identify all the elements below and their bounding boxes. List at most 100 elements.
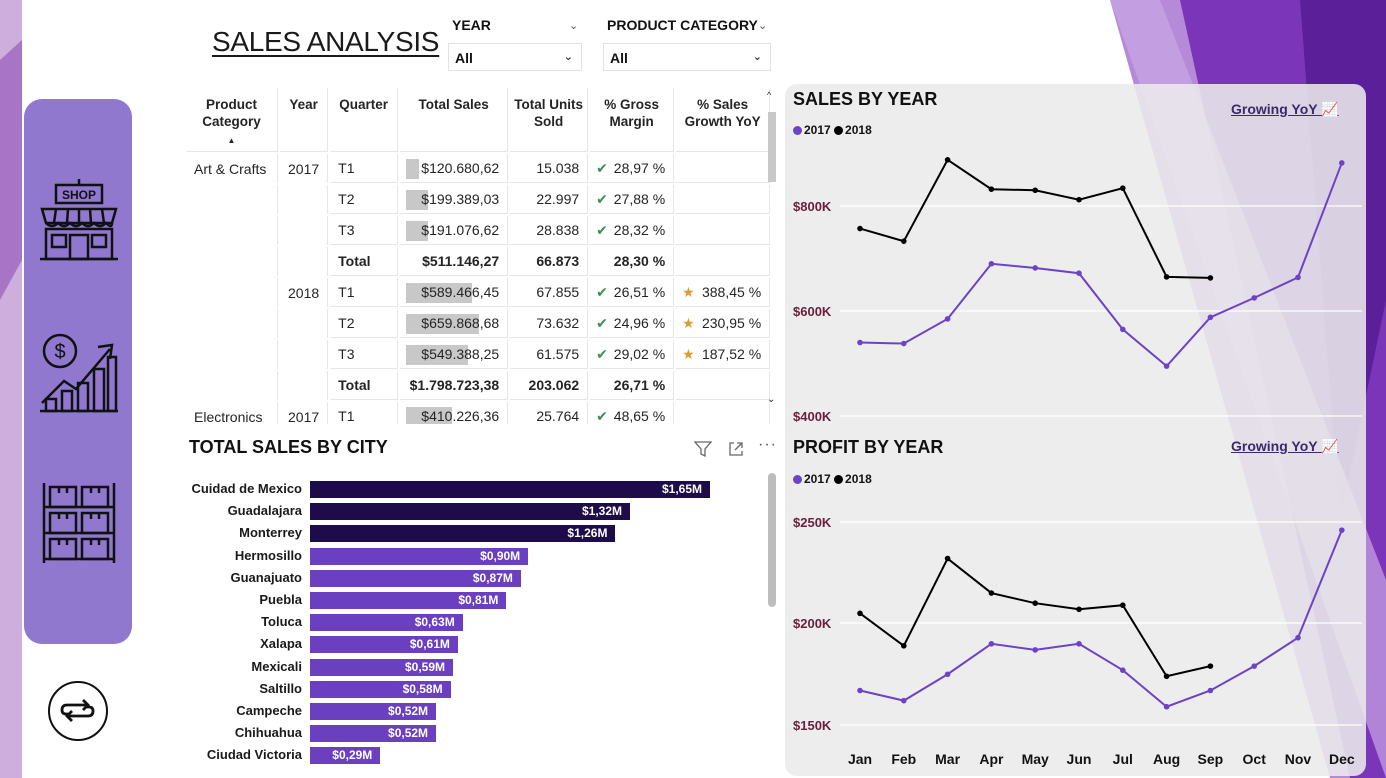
- year-dropdown-value: All: [455, 50, 473, 66]
- sales-legend: 2017 2018: [793, 123, 872, 137]
- sales-growth-cell: [676, 216, 771, 245]
- units-sold-cell: 67.855: [510, 278, 589, 307]
- year-slicer[interactable]: YEAR ⌄ All ⌄: [448, 17, 584, 73]
- x-tick-month: Apr: [979, 751, 1004, 767]
- city-bar[interactable]: $0,52M: [310, 703, 437, 720]
- category-cell: Art & Crafts: [186, 154, 278, 183]
- gross-margin-cell: ✔ 26,51 %: [590, 278, 675, 307]
- column-header[interactable]: Total Sales: [400, 88, 509, 152]
- category-cell: [186, 247, 278, 276]
- page-title: SALES ANALYSIS: [212, 26, 440, 57]
- matrix-total-row[interactable]: Total $1.798.723,38 203.062 26,71 %: [186, 371, 771, 400]
- product-category-dropdown[interactable]: All ⌄: [603, 43, 771, 71]
- column-header[interactable]: % Gross Margin: [590, 88, 675, 152]
- city-chart-scrollbar[interactable]: [768, 473, 776, 773]
- matrix-scrollbar[interactable]: ^ ⌄: [767, 90, 777, 408]
- column-header[interactable]: Total Units Sold: [510, 88, 589, 152]
- matrix-row[interactable]: 2018 T1 $589.466,45 67.855 ✔ 26,51 % ★ 388,45 %: [186, 278, 771, 307]
- city-bar[interactable]: $0,61M: [310, 636, 458, 654]
- matrix-total-row[interactable]: Total $511.146,27 66.873 28,30 %: [186, 247, 771, 276]
- quarter-cell-text: T3: [338, 346, 355, 362]
- y-tick: $150K: [793, 718, 832, 733]
- city-bar[interactable]: $0,81M: [310, 592, 507, 609]
- chevron-down-icon[interactable]: ⌄: [569, 19, 578, 32]
- city-bar-value: $0,29M: [332, 748, 373, 763]
- column-header[interactable]: Product Category ▲: [186, 88, 278, 152]
- growing-yoy-link[interactable]: Growing YoY 📈: [1231, 101, 1339, 118]
- city-bar[interactable]: $0,58M: [310, 680, 451, 698]
- sales-growth-cell: ★ 230,95 %: [676, 309, 771, 338]
- quarter-cell: T3: [330, 340, 399, 369]
- city-bar[interactable]: $0,87M: [310, 569, 521, 587]
- chevron-down-icon[interactable]: ⌄: [758, 19, 767, 32]
- column-header[interactable]: Quarter: [330, 88, 399, 152]
- category-cell: [186, 371, 278, 400]
- units-sold-cell-text: 28.838: [536, 222, 580, 238]
- category-cell: [186, 216, 278, 245]
- x-tick-month: Mar: [935, 751, 961, 767]
- year-slicer-label: YEAR: [452, 17, 491, 33]
- units-sold-cell: 61.575: [510, 340, 589, 369]
- matrix-row[interactable]: T2 $659.868,68 73.632 ✔ 24,96 % ★ 230,95 %: [186, 309, 771, 338]
- total-sales-cell-text: $659.868,68: [421, 315, 500, 331]
- sales-growth-cell: [676, 154, 771, 183]
- shop-icon[interactable]: SHOP: [38, 179, 120, 265]
- chevron-up-icon[interactable]: ^: [767, 90, 771, 100]
- product-category-slicer[interactable]: PRODUCT CATEGORY ⌄ All ⌄: [603, 17, 773, 73]
- year-cell: [280, 247, 329, 276]
- more-options-icon[interactable]: ···: [758, 436, 777, 454]
- quarter-cell: T2: [330, 185, 399, 214]
- svg-text:$: $: [54, 341, 65, 363]
- growing-yoy-label: Growing YoY: [1231, 101, 1318, 117]
- chart-trend-icon: 📈: [1321, 438, 1339, 454]
- checkmark-icon: ✔: [596, 190, 608, 207]
- legend-item-2018[interactable]: 2018: [834, 472, 872, 486]
- legend-item-2017[interactable]: 2017: [793, 472, 831, 486]
- legend-item-2017[interactable]: 2017: [793, 123, 831, 137]
- units-sold-cell: 66.873: [510, 247, 589, 276]
- city-bar[interactable]: $1,26M: [310, 525, 616, 543]
- matrix-row[interactable]: Art & Crafts 2017 T1 $120.680,62 15.038 ✔ 28,9…: [186, 154, 771, 183]
- sales-growth-icon[interactable]: $: [38, 329, 120, 415]
- column-header[interactable]: % Sales Growth YoY: [676, 88, 771, 152]
- matrix-row[interactable]: Electronics 2017 T1 $410.226,36 25.764 ✔ 48,65…: [186, 402, 771, 424]
- sort-ascending-icon[interactable]: ▲: [228, 136, 236, 145]
- column-header[interactable]: Year: [280, 88, 329, 152]
- gross-margin-cell-text: 29,02 %: [613, 345, 666, 362]
- checkmark-icon: ✔: [596, 159, 608, 176]
- x-tick-month: Sep: [1197, 751, 1224, 767]
- city-bar[interactable]: $0,63M: [310, 614, 463, 632]
- units-sold-cell-text: 15.038: [536, 160, 580, 176]
- matrix-row[interactable]: T2 $199.389,03 22.997 ✔ 27,88 %: [186, 185, 771, 214]
- sales-growth-cell-text: 388,45 %: [701, 283, 762, 300]
- city-label: Mexicali: [251, 658, 302, 674]
- year-dropdown[interactable]: All ⌄: [448, 43, 582, 71]
- city-bar-value: $0,52M: [388, 704, 429, 718]
- city-bar[interactable]: $0,52M: [310, 725, 437, 743]
- city-label: Puebla: [259, 592, 302, 607]
- scrollbar-thumb[interactable]: [768, 473, 776, 607]
- matrix-row[interactable]: T3 $191.076,62 28.838 ✔ 28,32 %: [186, 216, 771, 245]
- city-bar[interactable]: $0,29M: [310, 747, 381, 765]
- chevron-down-icon[interactable]: ⌄: [767, 394, 775, 405]
- focus-mode-icon[interactable]: [727, 440, 745, 463]
- scrollbar-thumb[interactable]: [768, 112, 776, 182]
- filter-icon[interactable]: [693, 440, 713, 463]
- city-bar[interactable]: $0,90M: [310, 547, 529, 565]
- city-bar[interactable]: $0,59M: [310, 658, 454, 676]
- matrix-row[interactable]: T3 $549.388,25 61.575 ✔ 29,02 % ★ 187,52 %: [186, 340, 771, 369]
- city-bar[interactable]: $1,32M: [310, 503, 630, 521]
- star-icon: ★: [682, 314, 695, 331]
- city-bar[interactable]: $1,65M: [310, 481, 710, 498]
- gross-margin-cell-text: 28,30 %: [613, 253, 666, 269]
- city-label: Ciudad Victoria: [206, 747, 302, 763]
- total-sales-cell: $199.389,03: [400, 185, 509, 214]
- units-sold-cell: 22.997: [510, 185, 589, 214]
- city-bar-value: $0,52M: [388, 726, 429, 741]
- legend-item-2018[interactable]: 2018: [834, 123, 872, 137]
- chart-trend-icon: 📈: [1321, 101, 1339, 117]
- sales-data-bar: [406, 159, 420, 179]
- growing-yoy-link[interactable]: Growing YoY 📈: [1231, 438, 1339, 455]
- sales-growth-cell: [676, 185, 771, 214]
- sales-matrix: Product Category ▲ Year Quarter Total Sal…: [184, 86, 780, 424]
